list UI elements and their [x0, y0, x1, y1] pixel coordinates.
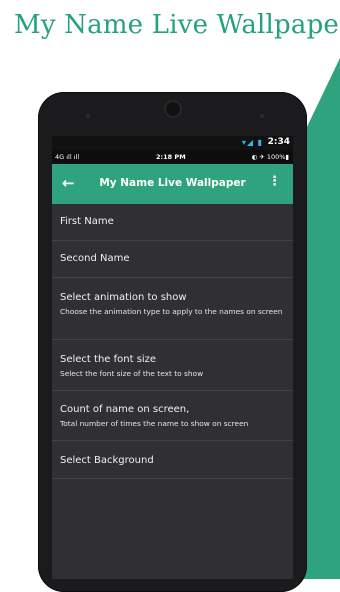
setting-second-name[interactable]: Second Name — [52, 241, 293, 278]
overflow-menu-icon[interactable]: ⋮ — [268, 175, 281, 188]
setting-background[interactable]: Select Background — [52, 441, 293, 479]
setting-animation[interactable]: Select animation to show Choose the anim… — [52, 278, 293, 340]
setting-label: Count of name on screen, — [60, 404, 190, 415]
setting-label: Select Background — [60, 455, 154, 466]
setting-label: First Name — [60, 216, 114, 227]
app-bar-title: My Name Live Wallpaper — [99, 177, 246, 189]
setting-label: Select the font size — [60, 354, 157, 365]
promo-title: My Name Live Wallpaper — [14, 10, 340, 40]
status-time: 2:18 PM — [156, 153, 186, 161]
settings-list: First Name Second Name Select animation … — [52, 204, 293, 479]
setting-font-size[interactable]: Select the font size Select the font siz… — [52, 340, 293, 391]
sensor-dot — [260, 114, 264, 118]
setting-label: Select animation to show — [60, 292, 187, 303]
app-screen: 4G ıll ıll 2:18 PM ◐ ✈ 100%▮ ← My Name L… — [52, 150, 293, 579]
network-indicator: 4G ıll ıll — [55, 153, 80, 161]
sensor-dot — [86, 114, 90, 118]
device-time: 2:34 — [267, 137, 290, 147]
signal-battery-icons: ▾◢ ▮ — [241, 138, 263, 147]
setting-description: Select the font size of the text to show — [60, 369, 204, 378]
front-camera-icon — [166, 102, 180, 116]
setting-first-name[interactable]: First Name — [52, 204, 293, 241]
app-bar: ← My Name Live Wallpaper ⋮ — [52, 164, 293, 204]
phone-status-bar: 4G ıll ıll 2:18 PM ◐ ✈ 100%▮ — [52, 150, 293, 164]
status-icons: ◐ ✈ 100%▮ — [251, 153, 289, 161]
setting-name-count[interactable]: Count of name on screen, Total number of… — [52, 391, 293, 441]
setting-description: Total number of times the name to show o… — [60, 419, 249, 428]
setting-description: Choose the animation type to apply to th… — [60, 307, 283, 316]
device-status-bar: ▾◢ ▮ 2:34 — [52, 136, 293, 150]
setting-label: Second Name — [60, 253, 130, 264]
